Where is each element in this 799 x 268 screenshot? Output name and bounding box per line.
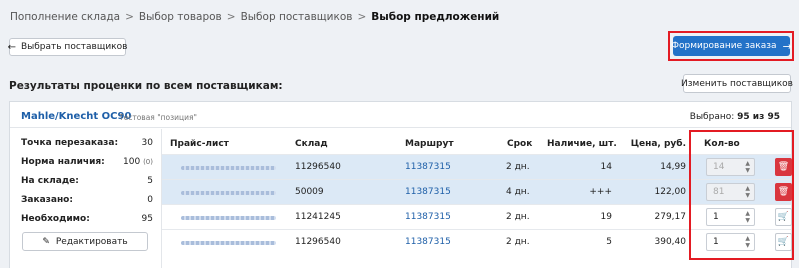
pricelist-name-blurred (181, 216, 276, 220)
breadcrumb-separator: > (226, 11, 236, 23)
highlight-frame (689, 130, 794, 260)
breadcrumb: Пополнение склада > Выбор товаров > Выбор по… (10, 11, 499, 23)
stock-cell: 14 (600, 162, 612, 172)
warehouse-cell: 11296540 (295, 237, 341, 247)
header-term: Срок (507, 139, 533, 149)
term-cell: 2 дн. (506, 237, 530, 247)
create-order-label: Формирование заказа (671, 41, 777, 51)
selected-label: Выбрано: (689, 112, 735, 122)
product-name[interactable]: Mahle/Knecht OC90 (21, 111, 131, 122)
header-price: Цена, руб. (630, 139, 686, 149)
header-pricelist: Прайс-лист (170, 139, 229, 149)
edit-button[interactable]: ✎ Редактировать (22, 232, 148, 251)
product-card-header: Mahle/Knecht OC90 Тестовая "позиция" Выб… (10, 102, 791, 128)
selected-summary: Выбрано: 95 из 95 (690, 112, 780, 122)
route-link[interactable]: 11387315 (405, 162, 451, 172)
pricelist-name-blurred (181, 241, 276, 245)
stat-label: Необходимо: (21, 214, 90, 224)
warehouse-cell: 11296540 (295, 162, 341, 172)
stat-label: Точка перезаказа: (21, 138, 119, 148)
price-cell: 390,40 (654, 237, 687, 247)
breadcrumb-item-products[interactable]: Выбор товаров (139, 11, 222, 23)
stat-value: 0 (147, 195, 153, 205)
breadcrumb-current: Выбор предложений (371, 11, 500, 23)
price-cell: 14,99 (660, 162, 686, 172)
stat-row: Необходимо: 95 (21, 214, 153, 233)
product-card: Mahle/Knecht OC90 Тестовая "позиция" Выб… (9, 101, 792, 268)
stat-label: Заказано: (21, 195, 73, 205)
section-title: Результаты проценки по всем поставщикам: (9, 80, 283, 92)
back-button-label: Выбрать поставщиков (20, 42, 128, 52)
stat-label: Норма наличия: (21, 157, 105, 167)
stat-value: 5 (147, 176, 153, 186)
stat-row: Норма наличия: 100 (0) (21, 157, 153, 176)
warehouse-cell: 50009 (295, 187, 324, 197)
stat-value: 30 (141, 138, 153, 148)
breadcrumb-item-suppliers[interactable]: Выбор поставщиков (241, 11, 353, 23)
breadcrumb-item-restock[interactable]: Пополнение склада (10, 11, 120, 23)
stat-row: Заказано: 0 (21, 195, 153, 214)
term-cell: 2 дн. (506, 212, 530, 222)
price-cell: 279,17 (654, 212, 687, 222)
stat-label: На складе: (21, 176, 79, 186)
stat-value: 95 (141, 214, 153, 224)
breadcrumb-separator: > (125, 11, 134, 23)
route-link[interactable]: 11387315 (405, 212, 451, 222)
stock-cell: 5 (606, 237, 612, 247)
arrow-left-icon: ← (7, 41, 16, 53)
stock-cell: +++ (589, 187, 612, 197)
route-link[interactable]: 11387315 (405, 187, 451, 197)
price-cell: 122,00 (654, 187, 687, 197)
stock-stats: Точка перезаказа: 30 Норма наличия: 100 (0… (21, 138, 153, 233)
back-to-suppliers-button[interactable]: ← Выбрать поставщиков (7, 38, 128, 56)
pricelist-name-blurred (181, 191, 276, 195)
pencil-icon: ✎ (42, 236, 50, 247)
stat-value: 100 (0) (123, 157, 153, 167)
stock-cell: 19 (600, 212, 612, 222)
arrow-right-icon: → (782, 39, 792, 53)
header-warehouse: Склад (295, 139, 328, 149)
stat-row: Точка перезаказа: 30 (21, 138, 153, 157)
term-cell: 4 дн. (506, 187, 530, 197)
header-stock: Наличие, шт. (547, 139, 617, 149)
pricelist-name-blurred (181, 166, 276, 170)
create-order-button[interactable]: Формирование заказа → (671, 36, 792, 56)
selected-count: 95 из 95 (737, 112, 780, 122)
product-note: Тестовая "позиция" (119, 113, 197, 122)
stat-row: На складе: 5 (21, 176, 153, 195)
route-link[interactable]: 11387315 (405, 237, 451, 247)
term-cell: 2 дн. (506, 162, 530, 172)
breadcrumb-separator: > (357, 11, 367, 23)
warehouse-cell: 11241245 (295, 212, 341, 222)
edit-button-label: Редактировать (55, 236, 128, 247)
header-route: Маршрут (405, 139, 454, 149)
change-suppliers-button[interactable]: Изменить поставщиков (681, 74, 793, 93)
